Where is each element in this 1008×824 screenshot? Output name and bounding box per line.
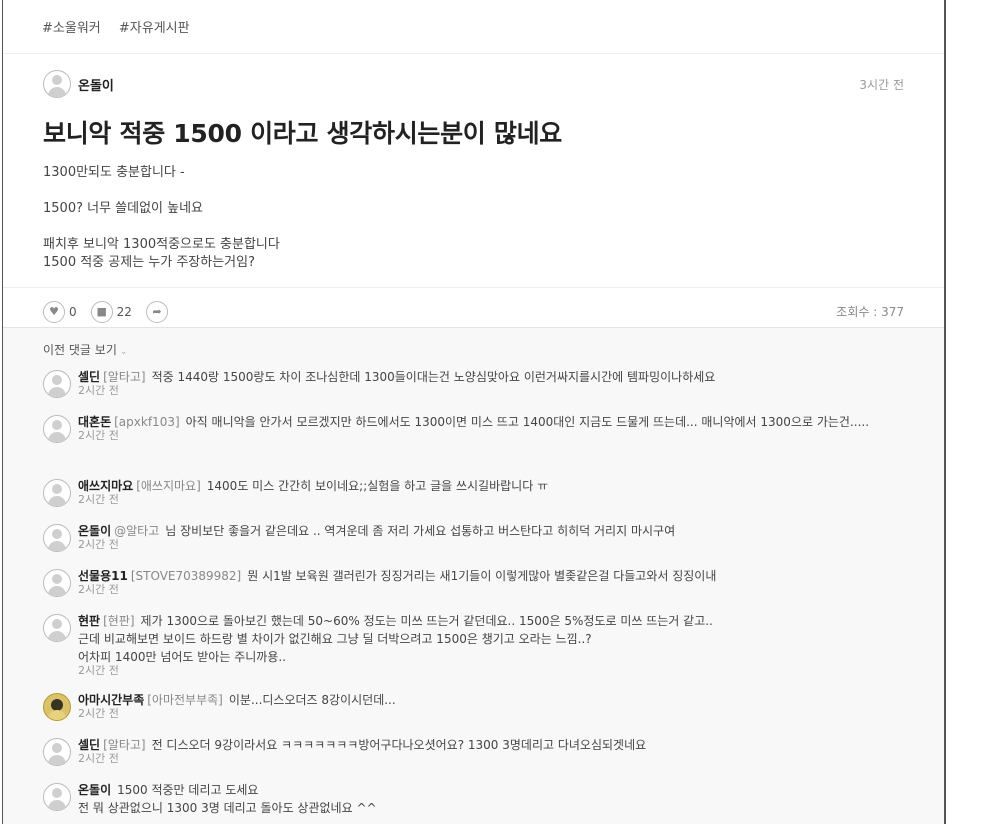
comment-body: 애쓰지마요 [애쓰지마요] 1400도 미스 간간히 보이네요;;실험을 하고 글을… [78,477,548,507]
comment-author[interactable]: 대혼돈 [78,415,111,429]
comment-text: 1400도 미스 간간히 보이네요;;실험을 하고 글을 쓰시길바랍니다 ㅠ [206,479,549,493]
comment-text: 아직 매니악을 안가서 모르겠지만 하드에서도 1300이면 미스 뜨고 140… [185,415,870,429]
comment-time: 2시간 전 [78,752,119,765]
post-paragraph: 1300만되도 충분합니다 - [43,165,185,180]
like-count: 0 [69,304,77,319]
comment-author[interactable]: 선물용11 [78,569,128,583]
comment-time: 2시간 전 [78,493,119,506]
post-author: 온돌이 [43,70,904,98]
comment-count: 22 [116,304,132,319]
comment-time: 2시간 전 [78,384,119,397]
comment-line: 대혼돈 [apxkf103] 아직 매니악을 안가서 모르겠지만 하드에서도 130… [78,413,869,431]
avatar-icon[interactable] [43,738,71,766]
comment-body: 셀딘 [알타고] 적중 1440랑 1500랑도 차이 조나심한데 1300들이대는… [78,368,715,398]
post-actions: ♥ 0 ■ 22 ➦ 조회수 : 377 [3,287,944,328]
comment-body: 현판 [현판] 제가 1300으로 돌아보긴 했는데 50~60% 정도는 미쓰 뜨… [78,612,713,678]
post-time: 3시간 전 [859,78,904,92]
comment-text: 이분...디스오더즈 8강이시던데... [228,693,396,707]
comment-line: 선물용11 [STOVE70389982] 뭔 시1발 보육원 갤러린가 징징거리는… [78,567,716,585]
comment-item: 셀딘 [알타고] 전 디스오더 9강이라서요 ㅋㅋㅋㅋㅋㅋㅋ방어구다나오셧어요? 1… [43,736,873,766]
comment-user-id[interactable]: @알타고 [114,524,159,538]
comment-user-id[interactable]: [알타고] [103,738,145,752]
comment-body: 대혼돈 [apxkf103] 아직 매니악을 안가서 모르겠지만 하드에서도 130… [78,413,869,443]
comment-text: 적중 1440랑 1500랑도 차이 조나심한데 1300들이대는건 노양심맞아… [151,370,716,384]
comment-author[interactable]: 셀딘 [78,370,100,384]
comment-author[interactable]: 아마시간부족 [78,693,144,707]
comment-line: 온돌이 1500 적중만 데리고 도세요 전 뭐 상관없으니 1300 3명 데리… [78,781,377,817]
tag-soulworker[interactable]: #소울워커 [42,21,101,36]
comment-body: 아마시간부족 [아마전부부족] 이분...디스오더즈 8강이시던데... 2시간 전 [78,691,396,721]
comment-item: 현판 [현판] 제가 1300으로 돌아보긴 했는데 50~60% 정도는 미쓰 뜨… [43,612,873,678]
previous-comments-label: 이전 댓글 보기 [43,343,117,357]
comment-text: 전 디스오더 9강이라서요 ㅋㅋㅋㅋㅋㅋㅋ방어구다나오셧어요? 1300 3명데… [151,738,647,752]
previous-comments-button[interactable]: 이전 댓글 보기 ⌄ [43,341,944,358]
post-frame: #소울워커 #자유게시판 온돌이 보니악 적중 1500 이라고 생각하시는분이… [2,0,946,824]
comment-body: 선물용11 [STOVE70389982] 뭔 시1발 보육원 갤러린가 징징거리는… [78,567,716,597]
avatar-icon[interactable] [43,569,71,597]
post-title: 보니악 적중 1500 이라고 생각하시는분이 많네요 [43,119,563,148]
post-paragraph: 1500? 너무 쓸데없이 높네요 [43,201,204,216]
comment-item: 온돌이 1500 적중만 데리고 도세요 전 뭐 상관없으니 1300 3명 데리… [43,781,873,817]
comment-author[interactable]: 온돌이 [78,783,111,797]
comment-user-id[interactable]: [STOVE70389982] [131,569,241,583]
comment-time: 2시간 전 [78,664,119,677]
comment-line: 아마시간부족 [아마전부부족] 이분...디스오더즈 8강이시던데... [78,691,396,709]
comment-item: 셀딘 [알타고] 적중 1440랑 1500랑도 차이 조나심한데 1300들이대는… [43,368,873,398]
comment-time: 2시간 전 [78,707,119,720]
comment-user-id[interactable]: [아마전부부족] [147,693,223,707]
avatar-icon[interactable] [43,524,71,552]
comment-user-id[interactable]: [알타고] [103,370,145,384]
comment-time: 2시간 전 [78,429,119,442]
comment-time: 2시간 전 [78,583,119,596]
comment-line: 셀딘 [알타고] 적중 1440랑 1500랑도 차이 조나심한데 1300들이대는… [78,368,715,386]
comment-item: 선물용11 [STOVE70389982] 뭔 시1발 보육원 갤러린가 징징거리는… [43,567,873,597]
avatar-icon[interactable] [43,614,71,642]
comment-author[interactable]: 온돌이 [78,524,111,538]
comment-author[interactable]: 애쓰지마요 [78,479,133,493]
tag-free-board[interactable]: #자유게시판 [119,21,190,36]
comment-item: 온돌이 @알타고 님 장비보단 좋을거 같은데요 .. 역겨운데 좀 저리 가세요 … [43,522,873,552]
comment-line: 온돌이 @알타고 님 장비보단 좋을거 같은데요 .. 역겨운데 좀 저리 가세요 … [78,522,675,540]
comment-author[interactable]: 셀딘 [78,738,100,752]
avatar-icon[interactable] [43,415,71,443]
comment-line: 애쓰지마요 [애쓰지마요] 1400도 미스 간간히 보이네요;;실험을 하고 글을… [78,477,548,495]
heart-icon[interactable]: ♥ [43,300,65,323]
share-arrow-icon[interactable]: ➦ [145,300,168,323]
comment-line: 현판 [현판] 제가 1300으로 돌아보긴 했는데 50~60% 정도는 미쓰 뜨… [78,612,713,666]
avatar-icon[interactable] [43,783,71,811]
comment-body: 셀딘 [알타고] 전 디스오더 9강이라서요 ㅋㅋㅋㅋㅋㅋㅋ방어구다나오셧어요? 1… [78,736,646,766]
view-count: 조회수 : 377 [836,305,904,319]
comment-body: 온돌이 @알타고 님 장비보단 좋을거 같은데요 .. 역겨운데 좀 저리 가세요 … [78,522,675,552]
comment-item: 애쓰지마요 [애쓰지마요] 1400도 미스 간간히 보이네요;;실험을 하고 글을… [43,477,873,507]
comment-user-id[interactable]: [현판] [103,614,134,628]
comment-user-id[interactable]: [애쓰지마요] [136,479,201,493]
comment-author[interactable]: 현판 [78,614,100,628]
post-paragraph: 패치후 보니악 1300적중으로도 충분합니다 1500 적중 공제는 누가 주… [43,237,280,270]
comment-text: 제가 1300으로 돌아보긴 했는데 50~60% 정도는 미쓰 뜨는거 같던데… [78,614,713,664]
comment-text: 님 장비보단 좋을거 같은데요 .. 역겨운데 좀 저리 가세요 섭통하고 버스… [165,524,676,538]
speech-bubble-icon[interactable]: ■ [90,300,113,323]
comment-text: 뭔 시1발 보육원 갤러린가 징징거리는 새1기들이 이렇게많아 별좆같은걸 다… [247,569,717,583]
comment-body: 온돌이 1500 적중만 데리고 도세요 전 뭐 상관없으니 1300 3명 데리… [78,781,377,817]
tag-list: #소울워커 #자유게시판 [3,0,944,54]
comment-item: 아마시간부족 [아마전부부족] 이분...디스오더즈 8강이시던데... 2시간 전 [43,691,873,721]
comment-text: 1500 적중만 데리고 도세요 전 뭐 상관없으니 1300 3명 데리고 돌… [78,783,377,815]
author-name[interactable]: 온돌이 [78,75,114,94]
post-body: 1300만되도 충분합니다 - 1500? 너무 쓸데없이 높네요 패치후 보니… [43,164,904,272]
comment-item: 대혼돈 [apxkf103] 아직 매니악을 안가서 모르겠지만 하드에서도 130… [43,413,873,443]
comment-time: 2시간 전 [78,538,119,551]
avatar-icon[interactable] [43,693,71,721]
avatar-icon[interactable] [43,370,71,398]
post: 온돌이 보니악 적중 1500 이라고 생각하시는분이 많네요 1300만되도 … [3,54,944,272]
avatar-icon[interactable] [43,70,71,98]
chevron-down-icon: ⌄ [119,347,128,357]
comment-line: 셀딘 [알타고] 전 디스오더 9강이라서요 ㅋㅋㅋㅋㅋㅋㅋ방어구다나오셧어요? 1… [78,736,646,754]
avatar-icon[interactable] [43,479,71,507]
comment-user-id[interactable]: [apxkf103] [114,415,180,429]
